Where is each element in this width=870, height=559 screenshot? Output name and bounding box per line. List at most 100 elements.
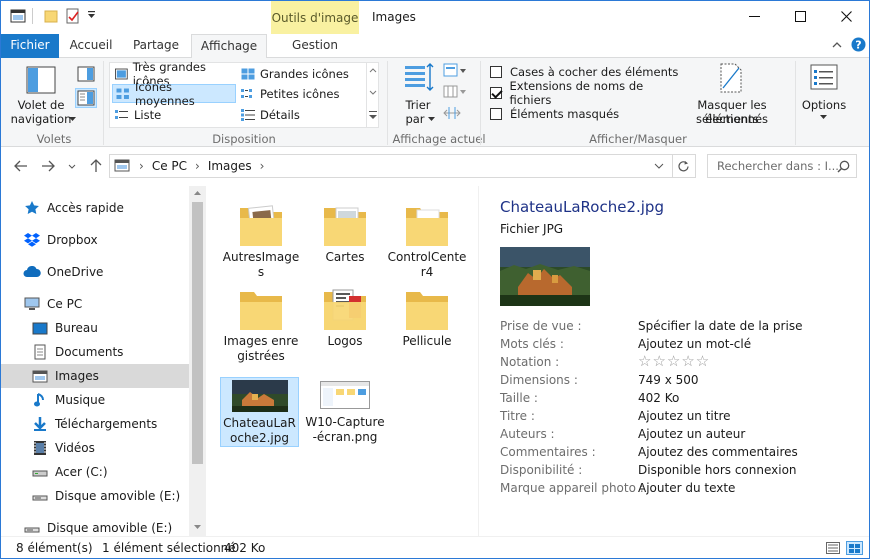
property-value[interactable]: Ajoutez un mot-clé — [638, 335, 751, 353]
rating-stars[interactable]: ☆☆☆☆☆ — [638, 353, 710, 370]
details-view-toggle-icon[interactable] — [826, 542, 840, 554]
window-icon[interactable] — [10, 8, 26, 24]
property-value[interactable]: Disponible hors connexion — [638, 461, 797, 479]
nav-item-documents[interactable]: Documents — [1, 340, 189, 364]
sort-by-button[interactable] — [401, 61, 435, 95]
checkbox[interactable] — [490, 65, 502, 78]
search-input[interactable]: Rechercher dans : I... — [707, 154, 857, 178]
context-tab-image-tools[interactable]: Outils d'image — [271, 1, 359, 34]
layout-gallery-scroll[interactable] — [366, 63, 378, 127]
sort-dropdown-icon[interactable] — [428, 117, 435, 122]
large-icons-view-toggle-icon[interactable] — [846, 541, 863, 555]
video-icon — [31, 440, 49, 456]
nav-item-removable-e[interactable]: Disque amovible (E:) — [1, 484, 189, 508]
size-columns-button[interactable] — [443, 105, 461, 121]
qat-dropdown-icon[interactable] — [87, 11, 96, 20]
file-item-folder[interactable]: Pellicule — [387, 280, 467, 349]
minimize-button[interactable] — [731, 1, 777, 32]
scroll-up-arrow-icon[interactable] — [189, 186, 206, 200]
tab-fichier[interactable]: Fichier — [1, 34, 59, 58]
help-icon[interactable]: ? — [851, 37, 866, 52]
property-value[interactable]: Spécifier la date de la prise — [638, 317, 802, 335]
add-columns-button[interactable] — [443, 84, 467, 100]
layout-small-icons[interactable]: Petites icônes — [238, 84, 362, 103]
up-arrow-icon[interactable] — [90, 159, 102, 173]
nav-item-desktop[interactable]: Bureau — [1, 316, 189, 340]
nav-item-dropbox[interactable]: Dropbox — [1, 228, 189, 252]
file-item-folder[interactable]: ControlCenter4 — [387, 196, 467, 280]
scroll-down-arrow-icon[interactable] — [189, 520, 206, 534]
property-value[interactable]: Ajoutez un auteur — [638, 425, 745, 443]
music-icon — [31, 392, 49, 408]
refresh-icon[interactable] — [673, 159, 695, 173]
nav-pane-dropdown-icon[interactable] — [69, 117, 76, 122]
property-value[interactable]: Ajoutez un titre — [638, 407, 731, 425]
property-value[interactable]: Ajoutez des commentaires — [638, 443, 798, 461]
scrollbar-thumb[interactable] — [192, 202, 203, 464]
address-bar[interactable]: › Ce PC › Images › — [109, 154, 696, 178]
layout-list[interactable]: Liste — [112, 105, 236, 124]
layout-details[interactable]: Détails — [238, 105, 362, 124]
computer-icon — [23, 296, 41, 312]
back-arrow-icon[interactable] — [14, 160, 28, 172]
nav-item-quick-access[interactable]: Accès rapide — [1, 196, 189, 220]
new-folder-icon[interactable] — [43, 8, 59, 24]
options-dropdown-icon[interactable] — [820, 115, 827, 120]
breadcrumb-separator: › — [195, 159, 200, 173]
properties-icon[interactable] — [65, 8, 81, 24]
file-item-folder[interactable]: Images enregistrées — [221, 280, 301, 364]
tab-affichage[interactable]: Affichage — [191, 34, 267, 59]
search-icon[interactable] — [837, 160, 850, 173]
nav-item-pictures[interactable]: Images — [1, 364, 189, 388]
file-item-folder[interactable]: AutresImages — [221, 196, 301, 280]
details-pane-button[interactable] — [75, 88, 97, 108]
property-value[interactable]: Ajouter du texte — [638, 479, 735, 497]
hide-selected-icon[interactable] — [717, 62, 745, 94]
nav-item-music[interactable]: Musique — [1, 388, 189, 412]
file-item-image[interactable]: W10-Capture-écran.png — [305, 377, 385, 445]
pane-divider[interactable] — [478, 186, 479, 536]
collapse-ribbon-icon[interactable] — [832, 40, 842, 50]
layout-medium-icons[interactable]: Icônes moyennes — [112, 80, 236, 108]
property-row: Mots clés : Ajoutez un mot-clé — [500, 335, 860, 353]
checkbox-file-extensions[interactable]: Extensions de noms de fichiers — [490, 79, 680, 107]
breadcrumb-item[interactable]: Images — [208, 159, 252, 173]
file-item-folder[interactable]: Logos — [305, 280, 385, 349]
file-item-folder[interactable]: Cartes — [305, 196, 385, 265]
recent-locations-chevron-icon[interactable] — [68, 164, 76, 169]
separator — [32, 8, 33, 24]
nav-item-downloads[interactable]: Téléchargements — [1, 412, 189, 436]
nav-item-videos[interactable]: Vidéos — [1, 436, 189, 460]
file-name: AutresImages — [222, 250, 300, 279]
nav-item-drive-c[interactable]: Acer (C:) — [1, 460, 189, 484]
nav-scrollbar[interactable] — [189, 186, 206, 536]
address-dropdown-icon[interactable] — [654, 163, 664, 169]
preview-pane-button[interactable] — [77, 66, 97, 84]
breadcrumb-item[interactable]: Ce PC — [152, 159, 187, 173]
nav-item-this-pc[interactable]: Ce PC — [1, 292, 189, 316]
nav-pane-button[interactable] — [25, 64, 57, 96]
nav-label: Ce PC — [47, 297, 83, 311]
property-value: 749 x 500 — [638, 373, 699, 387]
group-by-button[interactable] — [443, 63, 467, 79]
property-row: Titre : Ajoutez un titre — [500, 407, 860, 425]
forward-arrow-icon[interactable] — [41, 160, 55, 172]
checkbox[interactable] — [490, 86, 502, 99]
close-button[interactable] — [823, 1, 869, 32]
tab-gestion[interactable]: Gestion — [271, 34, 359, 58]
sort-label-1[interactable]: Trier — [401, 98, 435, 112]
tab-accueil[interactable]: Accueil — [63, 34, 119, 58]
tab-partage[interactable]: Partage — [125, 34, 187, 58]
file-item-image[interactable]: ChateauLaRoche2.jpg — [220, 377, 299, 447]
nav-pane-label-1[interactable]: Volet de — [9, 98, 73, 112]
maximize-button[interactable] — [777, 1, 823, 32]
nav-pane-label-2[interactable]: navigation — [9, 112, 73, 126]
hide-selected-label-2[interactable]: sélectionnés — [673, 112, 791, 126]
sort-label-2[interactable]: par — [401, 112, 429, 126]
options-button[interactable]: Options — [799, 98, 849, 112]
layout-large-icons[interactable]: Grandes icônes — [238, 64, 362, 83]
layout-label: Grandes icônes — [260, 66, 349, 81]
options-icon[interactable] — [809, 63, 839, 93]
checkbox[interactable] — [490, 107, 502, 120]
nav-item-onedrive[interactable]: OneDrive — [1, 260, 189, 284]
